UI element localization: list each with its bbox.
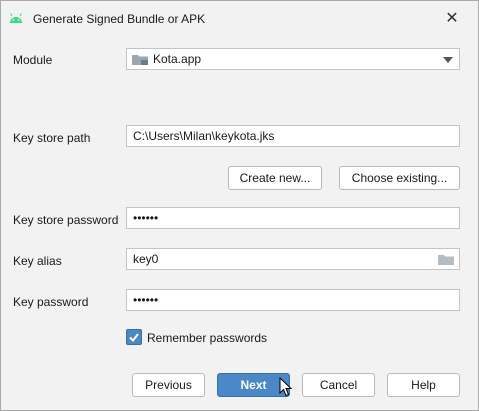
previous-button[interactable]: Previous bbox=[132, 373, 205, 397]
dialog-window: Generate Signed Bundle or APK ✕ Module K… bbox=[0, 0, 479, 411]
key-alias-value: key0 bbox=[133, 252, 159, 266]
key-store-path-label: Key store path bbox=[13, 131, 91, 145]
key-alias-field[interactable]: key0 bbox=[126, 248, 460, 270]
mouse-cursor-icon bbox=[279, 377, 293, 397]
key-store-password-label: Key store password bbox=[13, 213, 119, 227]
key-password-label: Key password bbox=[13, 295, 89, 309]
folder-browse-icon[interactable] bbox=[438, 254, 454, 265]
title-bar: Generate Signed Bundle or APK ✕ bbox=[1, 1, 478, 37]
key-store-password-field[interactable]: •••••• bbox=[126, 207, 460, 229]
key-password-field[interactable]: •••••• bbox=[126, 289, 460, 311]
choose-existing-button[interactable]: Choose existing... bbox=[339, 166, 460, 190]
android-icon bbox=[10, 13, 22, 23]
cancel-button[interactable]: Cancel bbox=[302, 373, 375, 397]
module-select[interactable]: Kota.app bbox=[126, 48, 460, 70]
close-icon[interactable]: ✕ bbox=[443, 10, 461, 28]
key-alias-label: Key alias bbox=[13, 254, 62, 268]
module-folder-icon bbox=[132, 55, 148, 65]
remember-passwords-label[interactable]: Remember passwords bbox=[147, 331, 267, 345]
module-value: Kota.app bbox=[153, 52, 202, 66]
key-store-path-field[interactable]: C:\Users\Milan\keykota.jks bbox=[126, 125, 460, 147]
help-button[interactable]: Help bbox=[387, 373, 460, 397]
create-new-button[interactable]: Create new... bbox=[228, 166, 322, 190]
dialog-title: Generate Signed Bundle or APK bbox=[33, 12, 206, 26]
module-label: Module bbox=[13, 53, 53, 67]
chevron-down-icon[interactable] bbox=[443, 57, 453, 63]
checkmark-icon bbox=[129, 333, 139, 343]
remember-passwords-checkbox[interactable] bbox=[126, 329, 142, 345]
